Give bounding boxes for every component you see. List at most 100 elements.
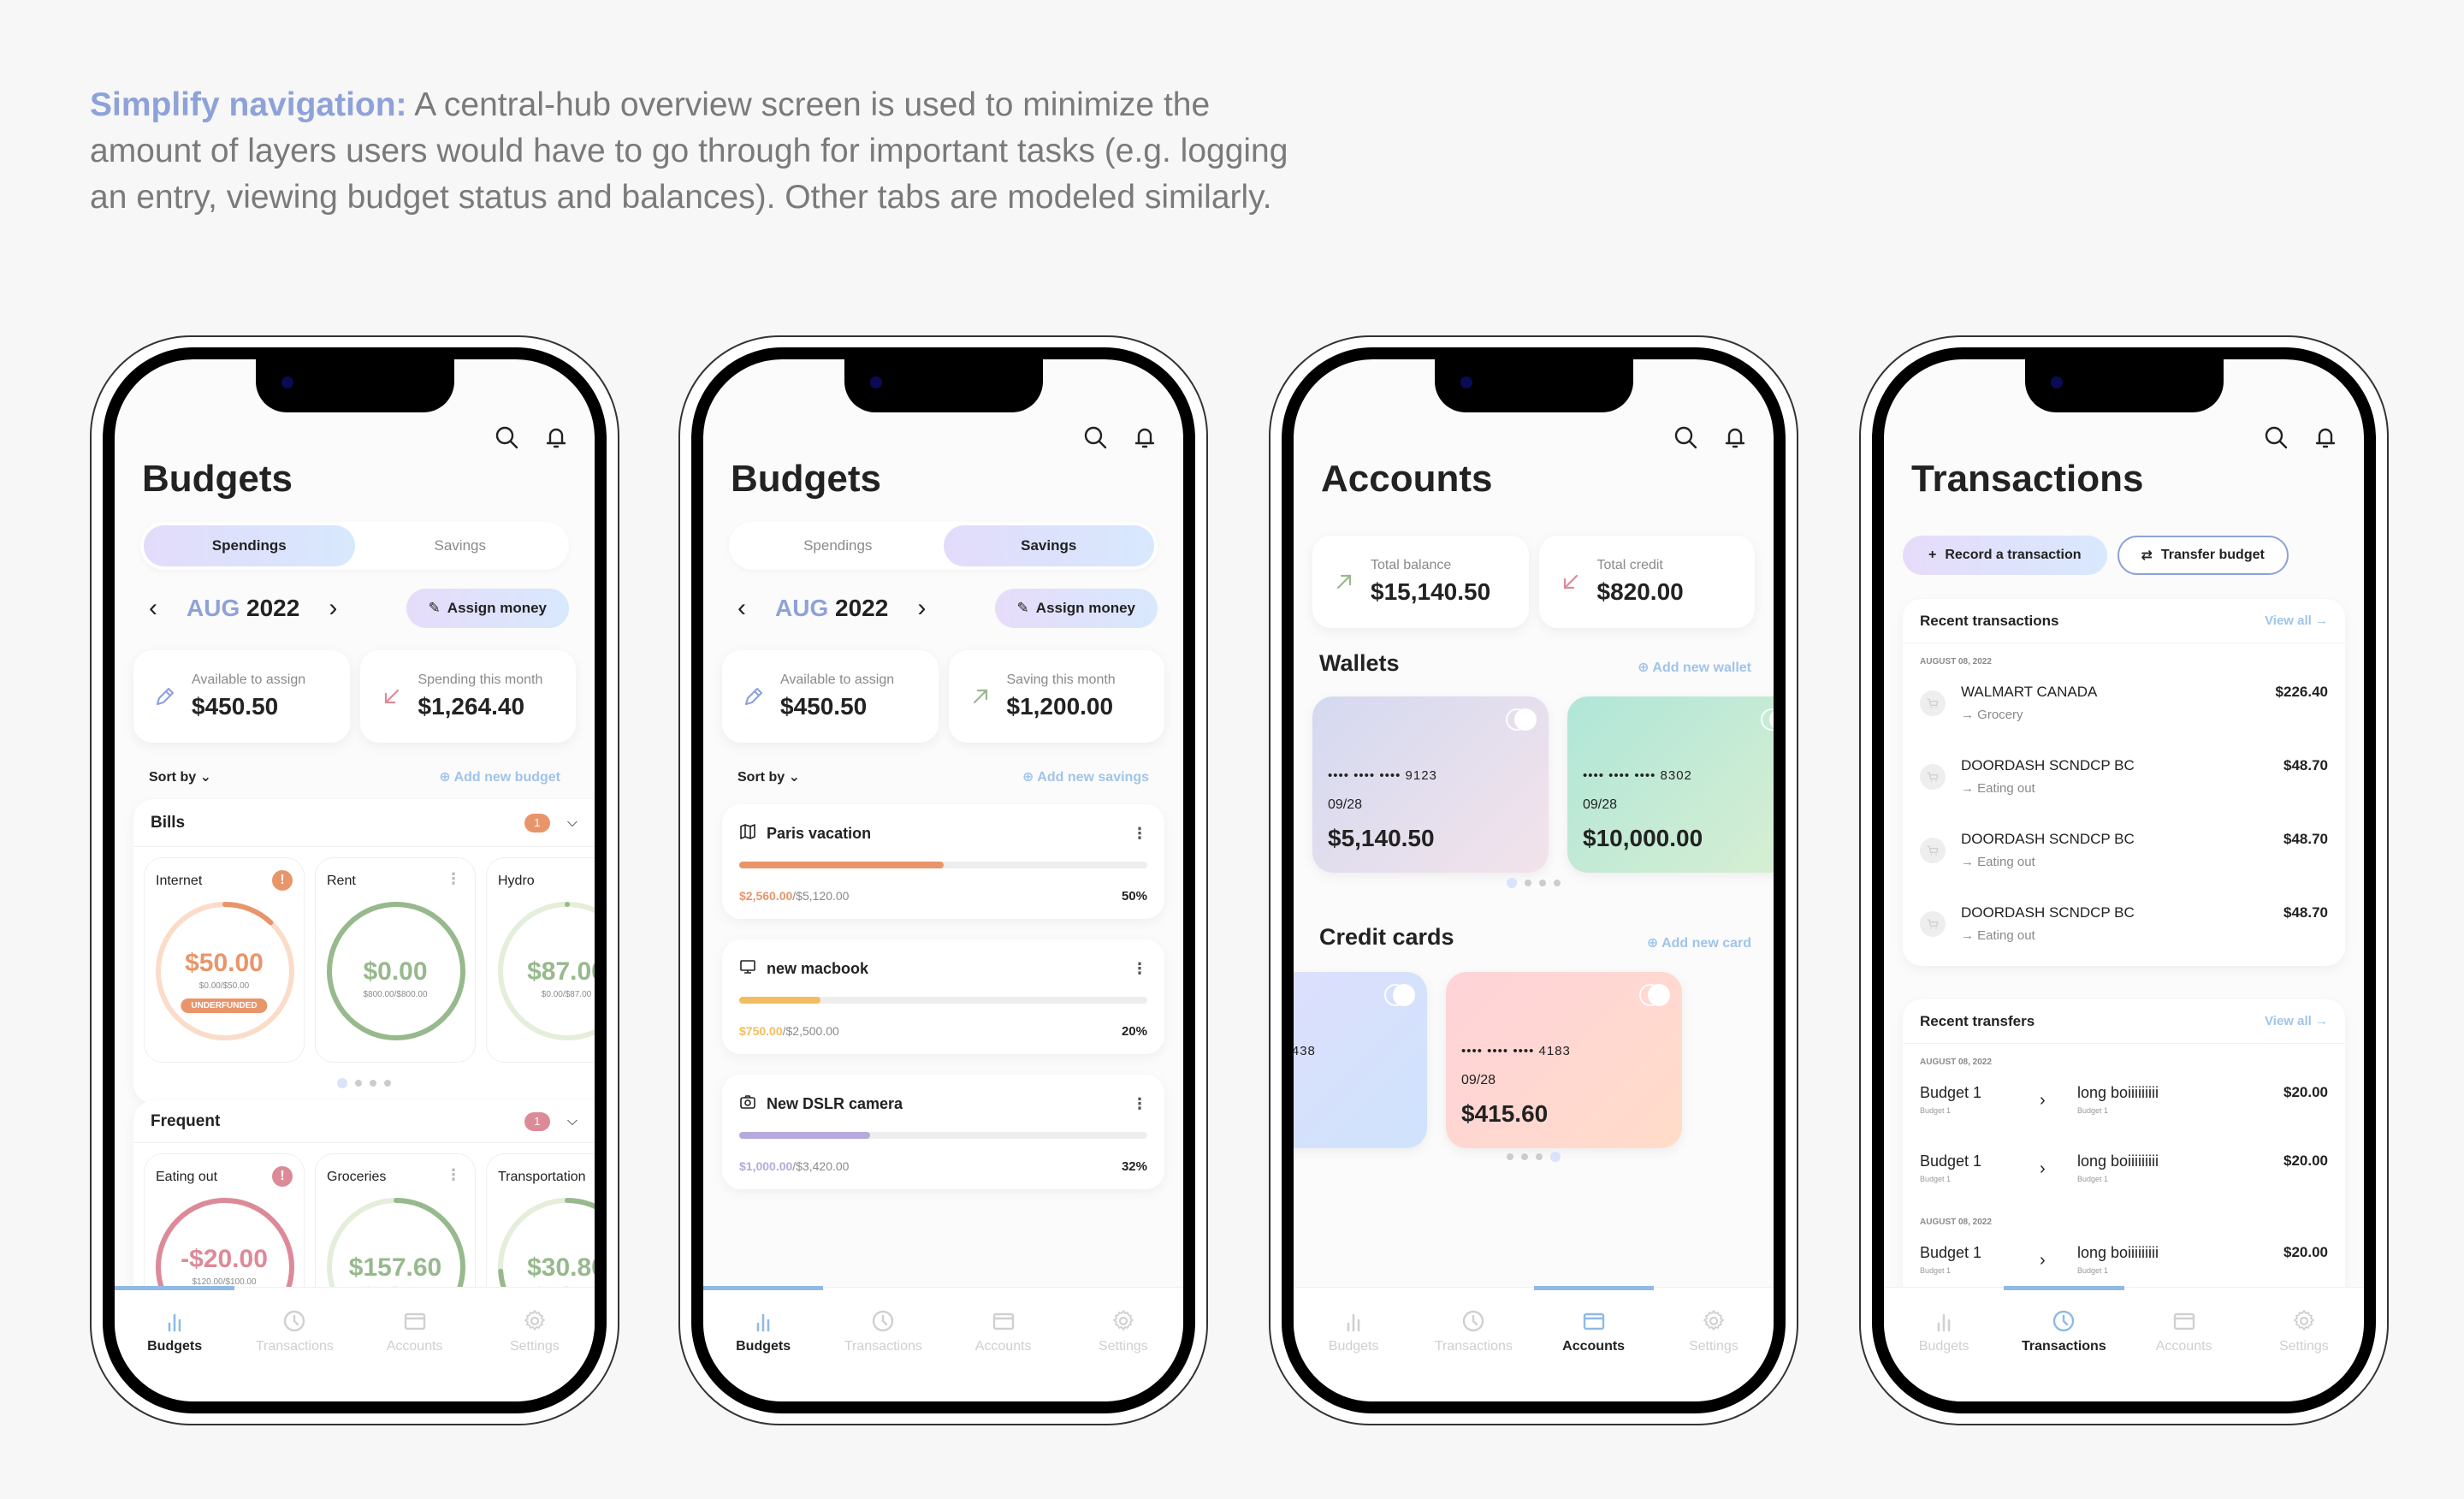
budget-carousel[interactable]: Internet ! $50.00 $0.00/$50.00 UNDERFUND… (133, 847, 595, 1063)
credit-card[interactable]: •••• •••• •••• 9438 09/28 $404.40 (1294, 972, 1427, 1148)
tab-accounts[interactable]: Accounts (1533, 1286, 1655, 1401)
transaction-row[interactable]: DOORDASH SCNDCP BC → Eating out $48.70 (1903, 740, 2345, 814)
tab-transactions[interactable]: Transactions (1413, 1288, 1533, 1401)
search-icon[interactable] (1082, 424, 1108, 450)
transfer-budget-button[interactable]: ⇄ Transfer budget (2117, 536, 2289, 575)
carousel-dot[interactable] (1525, 880, 1531, 886)
tab-settings[interactable]: Settings (2244, 1288, 2364, 1401)
tab-transactions[interactable]: Transactions (2004, 1286, 2124, 1401)
chevron-right-icon[interactable]: › (909, 589, 934, 628)
transfer-row[interactable]: Budget 1 Budget 1 › long boiiiiiiiii Budge… (1903, 1227, 2345, 1295)
intro-highlight: Simplify navigation: (90, 86, 407, 123)
tab-accounts[interactable]: Accounts (2124, 1288, 2244, 1401)
segment-spendings[interactable]: Spendings (732, 525, 944, 566)
view-all-transfers-link[interactable]: View all → (2265, 1014, 2328, 1028)
tab-budgets[interactable]: Budgets (703, 1286, 824, 1401)
tab-transactions[interactable]: Transactions (234, 1288, 354, 1401)
group-header[interactable]: Frequent 1 ⌵ (133, 1100, 595, 1143)
transfer-row[interactable]: Budget 1 Budget 1 › long boiiiiiiiii Budge… (1903, 1067, 2345, 1135)
budget-card[interactable]: Rent ⋮ $0.00 $800.00/$800.00 (315, 857, 476, 1063)
budget-name: Internet (156, 874, 203, 888)
tab-label: Settings (1688, 1339, 1738, 1354)
tab-transactions[interactable]: Transactions (823, 1288, 943, 1401)
budget-card[interactable]: Internet ! $50.00 $0.00/$50.00 UNDERFUND… (144, 857, 305, 1063)
budget-remaining: $87.00 (527, 957, 595, 986)
search-icon[interactable] (2263, 424, 2289, 450)
notch (844, 359, 1043, 412)
tab-budgets[interactable]: Budgets (115, 1286, 235, 1401)
add-new-savings-link[interactable]: ⊕ Add new savings (1022, 768, 1149, 785)
search-icon[interactable] (494, 424, 519, 450)
assign-money-button[interactable]: ✎ Assign money (994, 589, 1158, 628)
more-vertical-icon[interactable]: ⋮ (1132, 960, 1147, 978)
group-badge: 1 (524, 1111, 550, 1131)
wallet-carousel[interactable]: •••• •••• •••• 9123 09/28 $5,140.50 ••••… (1312, 696, 1774, 873)
chevron-left-icon[interactable]: ‹ (140, 589, 166, 628)
stat-label: Saving this month (1006, 672, 1116, 687)
carousel-dot[interactable] (1550, 1152, 1561, 1162)
tab-settings[interactable]: Settings (1654, 1288, 1774, 1401)
record-transaction-button[interactable]: + Record a transaction (1903, 536, 2107, 575)
bell-icon[interactable] (1132, 424, 1158, 450)
bell-icon[interactable] (1722, 424, 1748, 450)
carousel-dot[interactable] (1536, 1153, 1543, 1160)
card-toggle[interactable] (1639, 984, 1670, 1006)
tab-accounts[interactable]: Accounts (944, 1288, 1063, 1401)
phone-bezel: Transactions + Record a transaction ⇄ Tran… (1872, 347, 2376, 1413)
transaction-amount: $48.70 (2283, 904, 2328, 921)
carousel-dot[interactable] (1507, 878, 1517, 888)
savings-goal-card[interactable]: Paris vacation ⋮ $2,560.00/$5,120.00 50% (722, 804, 1164, 919)
clock-icon (281, 1308, 307, 1334)
add-new-card-link[interactable]: ⊕ Add new card (1647, 934, 1751, 951)
card-toggle[interactable] (1761, 708, 1774, 731)
transfer-row[interactable]: Budget 1 Budget 1 › long boiiiiiiiii Budge… (1903, 1135, 2345, 1204)
phone-bezel: Budgets Spendings Savings ‹ AUG 2022 › ✎… (691, 347, 1195, 1413)
credit-card-carousel[interactable]: •••• •••• •••• 9438 09/28 $404.40 •••• •… (1294, 972, 1682, 1148)
card-toggle[interactable] (1384, 984, 1415, 1006)
transaction-row[interactable]: WALMART CANADA → Grocery $226.40 (1903, 667, 2345, 740)
budget-status-badge: UNDERFUNDED (181, 998, 268, 1013)
more-vertical-icon[interactable]: ⋮ (446, 870, 461, 888)
segment-spendings[interactable]: Spendings (144, 525, 355, 566)
more-vertical-icon[interactable]: ⋮ (1132, 825, 1147, 843)
segment-savings[interactable]: Savings (355, 525, 566, 566)
assign-money-button[interactable]: ✎ Assign money (406, 589, 569, 628)
add-new-wallet-link[interactable]: ⊕ Add new wallet (1638, 659, 1751, 676)
carousel-dot[interactable] (1539, 880, 1546, 886)
bell-icon[interactable] (2313, 424, 2338, 450)
credit-card[interactable]: •••• •••• •••• 4183 09/28 $415.60 (1446, 972, 1682, 1148)
transaction-row[interactable]: DOORDASH SCNDCP BC → Eating out $48.70 (1903, 887, 2345, 961)
card-toggle[interactable] (1506, 708, 1537, 731)
wallet-card[interactable]: •••• •••• •••• 9123 09/28 $5,140.50 (1312, 696, 1549, 873)
carousel-dot[interactable] (1521, 1153, 1528, 1160)
tab-accounts[interactable]: Accounts (355, 1288, 475, 1401)
tab-budgets[interactable]: Budgets (1294, 1288, 1413, 1401)
pencil-icon: ✎ (428, 600, 441, 616)
carousel-dot[interactable] (1554, 880, 1561, 886)
add-new-budget-link[interactable]: ⊕ Add new budget (439, 768, 560, 785)
stat-label: Total balance (1371, 558, 1452, 572)
transfer-amount: $20.00 (2283, 1152, 2328, 1169)
savings-goal-card[interactable]: New DSLR camera ⋮ $1,000.00/$3,420.00 32… (722, 1075, 1164, 1189)
chevron-left-icon[interactable]: ‹ (729, 589, 755, 628)
savings-goal-card[interactable]: new macbook ⋮ $750.00/$2,500.00 20% (722, 939, 1164, 1054)
tab-settings[interactable]: Settings (1063, 1288, 1183, 1401)
tab-settings[interactable]: Settings (475, 1288, 595, 1401)
search-icon[interactable] (1673, 424, 1698, 450)
group-header[interactable]: Bills 1 ⌵ (133, 799, 595, 847)
view-all-transactions-link[interactable]: View all → (2265, 613, 2328, 628)
chevron-down-icon[interactable]: ⌵ (567, 815, 578, 831)
chevron-right-icon[interactable]: › (320, 589, 346, 628)
sort-by-dropdown[interactable]: Sort by ⌄ (737, 768, 800, 785)
budget-card[interactable]: Hydro ⋮ $87.00 $0.00/$87.00 (486, 857, 595, 1063)
chevron-down-icon[interactable]: ⌵ (567, 1114, 578, 1129)
wallet-card[interactable]: •••• •••• •••• 8302 09/28 $10,000.00 (1567, 696, 1774, 873)
segment-savings[interactable]: Savings (943, 525, 1154, 566)
sort-by-dropdown[interactable]: Sort by ⌄ (149, 768, 211, 785)
more-vertical-icon[interactable]: ⋮ (446, 1166, 461, 1184)
more-vertical-icon[interactable]: ⋮ (1132, 1095, 1147, 1113)
transaction-row[interactable]: DOORDASH SCNDCP BC → Eating out $48.70 (1903, 814, 2345, 887)
tab-budgets[interactable]: Budgets (1884, 1288, 2004, 1401)
carousel-dot[interactable] (1507, 1153, 1513, 1160)
bell-icon[interactable] (543, 424, 569, 450)
